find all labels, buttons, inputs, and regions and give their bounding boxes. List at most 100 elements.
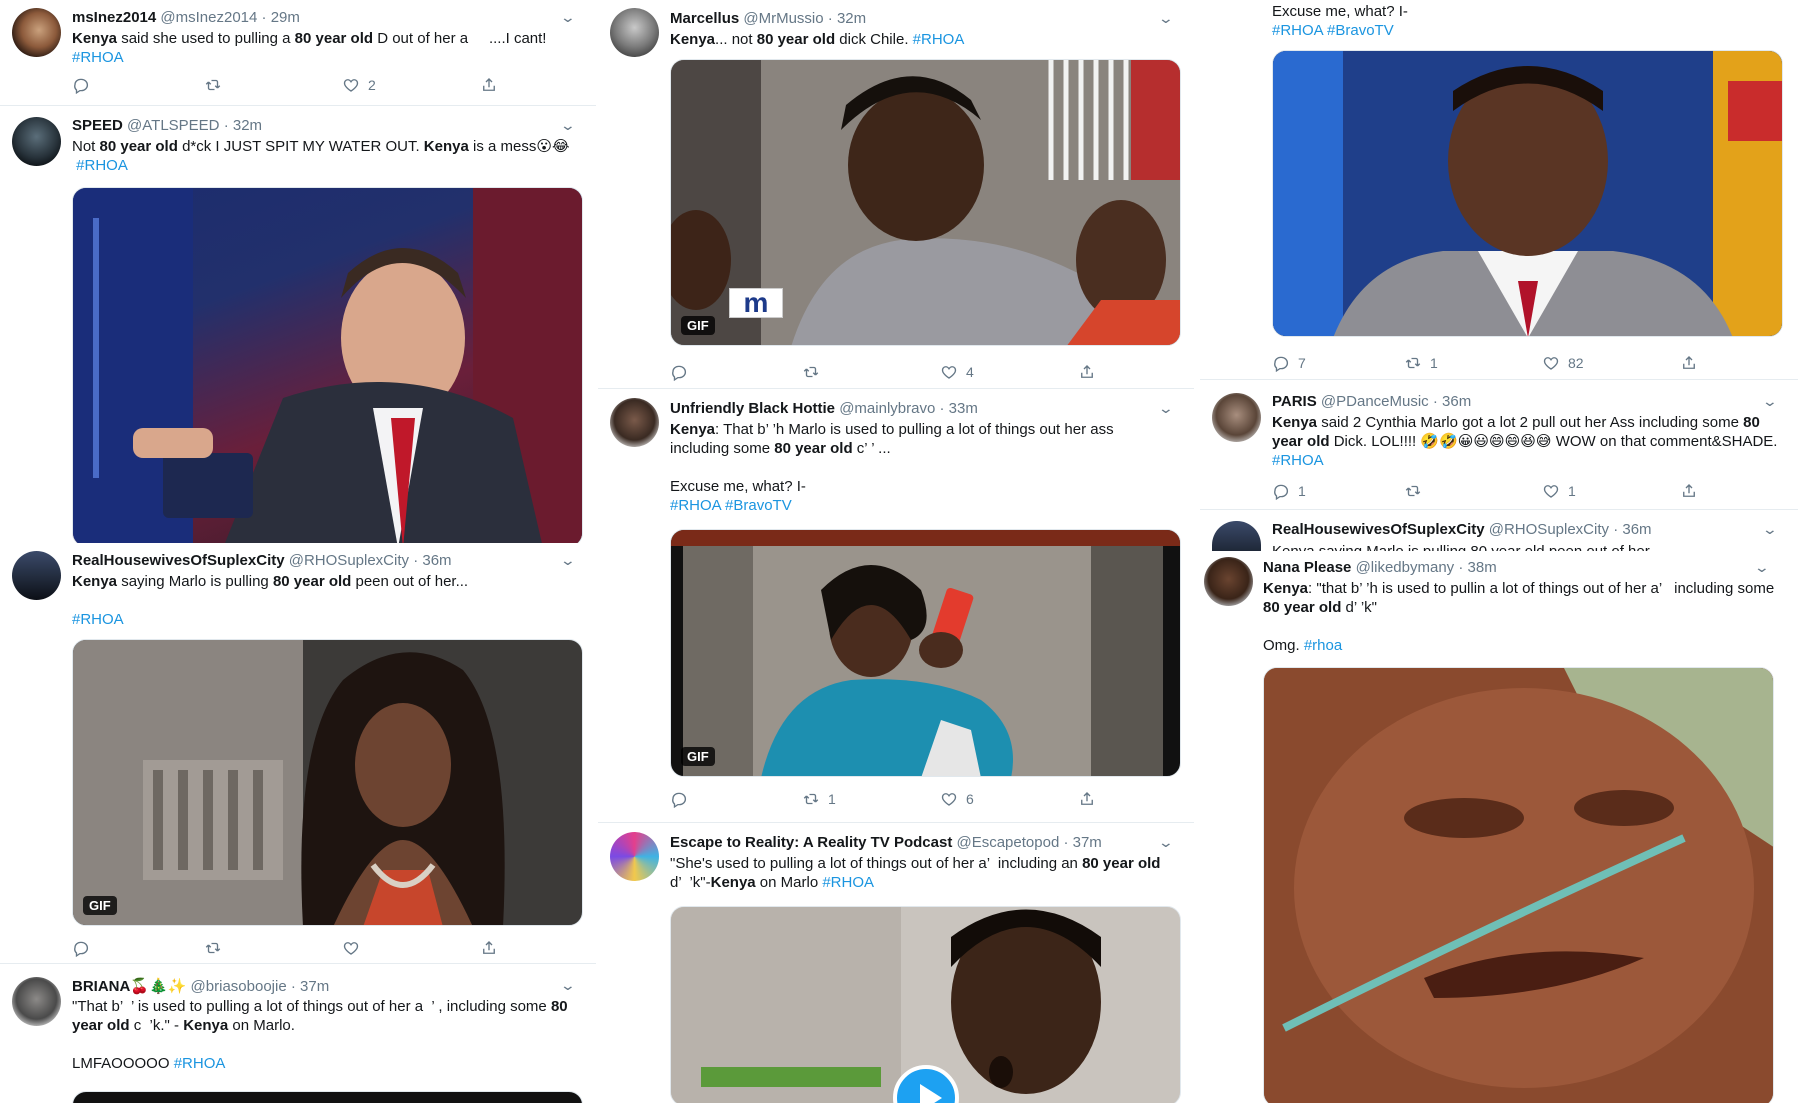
user-handle[interactable]: @msInez2014 [160,9,257,26]
chevron-down-icon[interactable]: ⌄ [560,977,576,994]
user-handle[interactable]: @likedbymany [1356,559,1455,576]
user-name[interactable]: PARIS [1272,393,1317,410]
avatar[interactable] [1204,557,1253,606]
user-name[interactable]: Marcellus [670,10,739,27]
avatar[interactable] [12,551,61,600]
reply-button[interactable] [670,363,696,381]
like-button[interactable]: 2 [342,76,376,94]
avatar[interactable] [12,977,61,1026]
chevron-down-icon[interactable]: ⌄ [560,552,576,569]
timestamp[interactable]: · 36m [413,552,451,569]
retweet-button[interactable]: 1 [802,790,836,808]
tweet[interactable]: Excuse me, what? I- #RHOA #BravoTV 7 1 8… [1200,0,1798,380]
timestamp[interactable]: · 32m [828,10,866,27]
chevron-down-icon[interactable]: ⌄ [1158,10,1174,27]
tweet[interactable]: SPEED @ATLSPEED · 32m ⌄ Not 80 year old … [0,107,596,543]
user-handle[interactable]: @ATLSPEED [127,117,219,134]
user-handle[interactable]: @briasoboojie [191,978,287,995]
avatar[interactable] [1212,521,1261,551]
user-name[interactable]: Escape to Reality: A Reality TV Podcast [670,834,952,851]
hashtag[interactable]: #rhoa [1304,637,1342,654]
tweet-media-gif[interactable]: GIF [670,529,1181,777]
hashtag[interactable]: #RHOA [1272,452,1324,469]
user-handle[interactable]: @mainlybravo [839,400,935,417]
user-name[interactable]: msInez2014 [72,9,156,26]
tweet-media-gif[interactable]: GIF [72,639,583,926]
hashtag[interactable]: #RHOA #BravoTV [670,497,792,514]
user-handle[interactable]: @RHOSuplexCity [1489,521,1609,538]
avatar[interactable] [1212,393,1261,442]
user-name[interactable]: Nana Please [1263,559,1351,576]
hashtag[interactable]: #RHOA [822,874,874,891]
avatar[interactable] [12,117,61,166]
chevron-down-icon[interactable]: ⌄ [1158,834,1174,851]
timestamp[interactable]: · 36m [1613,521,1651,538]
hashtag[interactable]: #RHOA [913,31,965,48]
user-name[interactable]: Unfriendly Black Hottie [670,400,835,417]
chevron-down-icon[interactable]: ⌄ [1158,400,1174,417]
retweet-button[interactable] [204,939,230,957]
user-name[interactable]: BRIANA🍒🎄✨ [72,978,186,995]
tweet-media[interactable] [1263,667,1774,1103]
timestamp[interactable]: · 38m [1458,559,1496,576]
user-handle[interactable]: @RHOSuplexCity [289,552,409,569]
share-button[interactable] [480,939,498,957]
timestamp[interactable]: · 32m [224,117,262,134]
hashtag[interactable]: #RHOA [72,611,124,628]
timestamp[interactable]: · 29m [262,9,300,26]
share-button[interactable] [480,76,498,94]
share-button[interactable] [1680,354,1698,372]
hashtag[interactable]: #RHOA [72,49,124,66]
tweet[interactable]: msInez2014 @msInez2014 · 29m ⌄ Kenya sai… [0,0,596,106]
timestamp[interactable]: · 37m [1063,834,1101,851]
like-button[interactable] [342,939,368,957]
user-name[interactable]: SPEED [72,117,123,134]
retweet-button[interactable] [204,76,230,94]
retweet-button[interactable] [802,363,828,381]
tweet-media-gif[interactable] [72,187,583,543]
tweet[interactable]: RealHousewivesOfSuplexCity @RHOSuplexCit… [0,543,596,964]
like-button[interactable]: 82 [1542,354,1584,372]
hashtag[interactable]: #RHOA [174,1055,226,1072]
timestamp[interactable]: · 37m [291,978,329,995]
tweet-media[interactable] [1272,50,1783,337]
avatar[interactable] [610,8,659,57]
chevron-down-icon[interactable]: ⌄ [1762,521,1778,538]
retweet-button[interactable]: 1 [1404,354,1438,372]
reply-button[interactable]: 1 [1272,482,1306,500]
avatar[interactable] [610,398,659,447]
reply-button[interactable] [670,790,696,808]
like-button[interactable]: 4 [940,363,974,381]
share-button[interactable] [1680,482,1698,500]
avatar[interactable] [12,8,61,57]
tweet[interactable]: Marcellus @MrMussio · 32m ⌄ Kenya... not… [598,0,1194,389]
share-button[interactable] [1078,790,1096,808]
like-button[interactable]: 6 [940,790,974,808]
timestamp[interactable]: · 33m [939,400,977,417]
reply-button[interactable]: 7 [1272,354,1306,372]
chevron-down-icon[interactable]: ⌄ [560,9,576,26]
tweet-media-video[interactable] [670,906,1181,1103]
user-name[interactable]: RealHousewivesOfSuplexCity [72,552,285,569]
tweet-media-gif[interactable]: m GIF [670,59,1181,346]
reply-button[interactable] [72,939,98,957]
tweet[interactable]: Escape to Reality: A Reality TV Podcast … [598,824,1194,1103]
tweet[interactable]: PARIS @PDanceMusic · 36m ⌄ Kenya said 2 … [1200,381,1798,510]
chevron-down-icon[interactable]: ⌄ [560,117,576,134]
chevron-down-icon[interactable]: ⌄ [1754,559,1770,576]
avatar[interactable] [610,832,659,881]
user-handle[interactable]: @Escapetopod [956,834,1059,851]
timestamp[interactable]: · 36m [1433,393,1471,410]
tweet[interactable]: Unfriendly Black Hottie @mainlybravo · 3… [598,390,1194,823]
share-button[interactable] [1078,363,1096,381]
user-handle[interactable]: @PDanceMusic [1321,393,1429,410]
reply-button[interactable] [72,76,98,94]
retweet-button[interactable] [1404,482,1430,500]
user-name[interactable]: RealHousewivesOfSuplexCity [1272,521,1485,538]
chevron-down-icon[interactable]: ⌄ [1762,393,1778,410]
hashtag[interactable]: #RHOA #BravoTV [1272,22,1394,39]
tweet[interactable]: BRIANA🍒🎄✨ @briasoboojie · 37m ⌄ "That b’… [0,965,596,1103]
tweet[interactable]: RealHousewivesOfSuplexCity @RHOSuplexCit… [1200,511,1798,551]
hashtag[interactable]: #RHOA [76,157,128,174]
like-button[interactable]: 1 [1542,482,1576,500]
